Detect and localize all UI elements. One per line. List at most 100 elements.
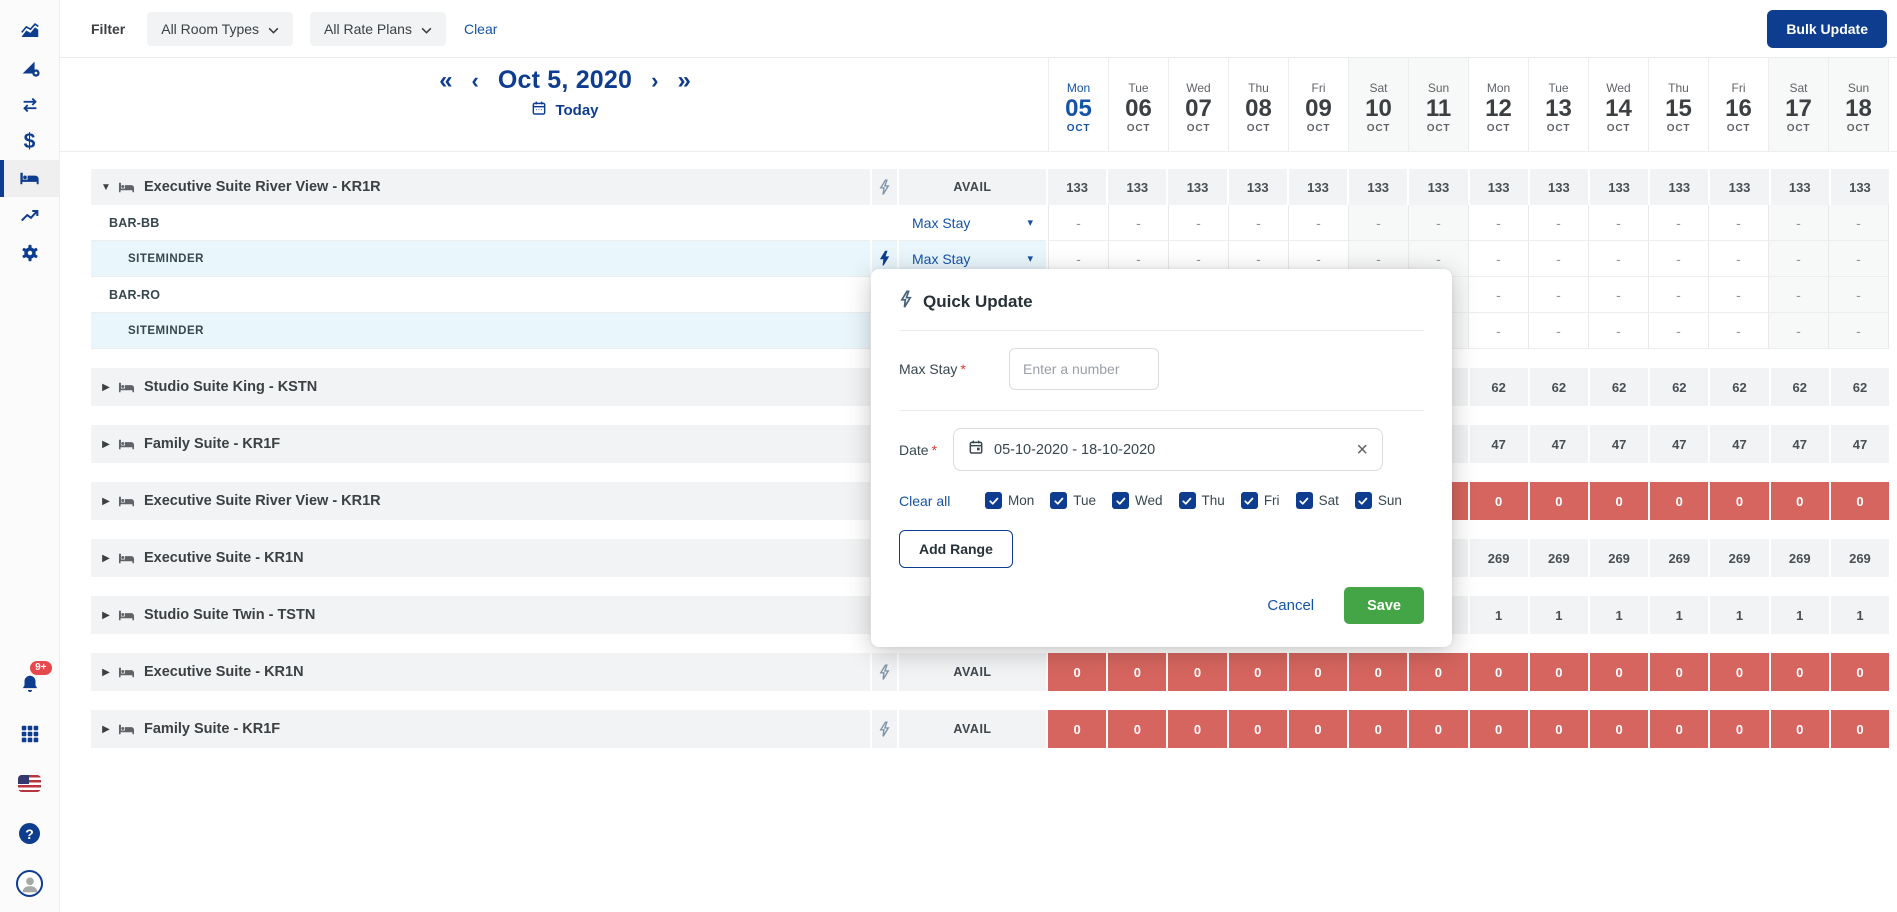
expand-caret-icon[interactable]: ▶ <box>97 724 115 735</box>
avail-value-cell[interactable]: 0 <box>1650 710 1710 748</box>
avail-value-cell[interactable]: 0 <box>1650 653 1710 691</box>
value-cell[interactable]: - <box>1769 205 1829 241</box>
date-column-fri-16[interactable]: Fri16OCT <box>1708 58 1768 151</box>
value-cell[interactable]: - <box>1409 205 1469 241</box>
save-button[interactable]: Save <box>1344 587 1424 624</box>
avail-value-cell[interactable]: 62 <box>1470 368 1530 406</box>
avail-value-cell[interactable]: 62 <box>1710 368 1770 406</box>
date-column-wed-07[interactable]: Wed07OCT <box>1168 58 1228 151</box>
avail-value-cell[interactable]: 62 <box>1530 368 1590 406</box>
avail-value-cell[interactable]: 0 <box>1168 710 1228 748</box>
weekday-option-sun[interactable]: Sun <box>1355 492 1402 509</box>
value-cell[interactable]: - <box>1469 313 1529 349</box>
avail-value-cell[interactable]: 1 <box>1530 596 1590 634</box>
sidebar-item-rooms-availability[interactable] <box>0 160 60 197</box>
checkbox-checked-icon[interactable] <box>1296 492 1313 509</box>
weekday-option-fri[interactable]: Fri <box>1241 492 1280 509</box>
value-cell[interactable]: - <box>1529 313 1589 349</box>
expand-caret-icon[interactable]: ▶ <box>97 496 115 507</box>
avail-value-cell[interactable]: 0 <box>1590 653 1650 691</box>
value-cell[interactable]: - <box>1469 277 1529 313</box>
value-cell[interactable]: - <box>1589 205 1649 241</box>
avail-value-cell[interactable]: 47 <box>1590 425 1650 463</box>
last-page-icon[interactable]: » <box>677 69 690 93</box>
value-cell[interactable]: - <box>1649 277 1709 313</box>
avail-value-cell[interactable]: 269 <box>1530 539 1590 577</box>
checkbox-checked-icon[interactable] <box>985 492 1002 509</box>
avail-value-cell[interactable]: 133 <box>1289 169 1349 205</box>
room-group-row[interactable]: ▶Executive Suite - KR1NAVAIL000000000000… <box>91 653 1889 691</box>
avail-value-cell[interactable]: 1 <box>1470 596 1530 634</box>
avail-value-cell[interactable]: 133 <box>1229 169 1289 205</box>
value-cell[interactable]: - <box>1829 205 1889 241</box>
avail-value-cell[interactable]: 47 <box>1650 425 1710 463</box>
value-cell[interactable]: - <box>1589 277 1649 313</box>
room-group-row[interactable]: ▼Executive Suite River View - KR1RAVAIL1… <box>91 169 1889 205</box>
date-column-sun-18[interactable]: Sun18OCT <box>1828 58 1889 151</box>
avail-value-cell[interactable]: 133 <box>1108 169 1168 205</box>
date-column-mon-12[interactable]: Mon12OCT <box>1468 58 1528 151</box>
avail-value-cell[interactable]: 133 <box>1831 169 1889 205</box>
avail-value-cell[interactable]: 133 <box>1168 169 1228 205</box>
value-cell[interactable]: - <box>1769 277 1829 313</box>
quick-update-bolt-icon[interactable] <box>878 664 891 681</box>
value-cell[interactable]: - <box>1469 241 1529 277</box>
value-cell[interactable]: - <box>1709 205 1769 241</box>
avail-value-cell[interactable]: 0 <box>1530 482 1590 520</box>
avail-value-cell[interactable]: 0 <box>1108 653 1168 691</box>
date-column-thu-08[interactable]: Thu08OCT <box>1228 58 1288 151</box>
bulk-update-button[interactable]: Bulk Update <box>1767 10 1887 48</box>
quick-update-bolt-icon[interactable] <box>878 250 891 267</box>
max-stay-dropdown[interactable]: Max Stay▾ <box>899 205 1046 241</box>
value-cell[interactable]: - <box>1289 205 1349 241</box>
avail-value-cell[interactable]: 0 <box>1650 482 1710 520</box>
expand-caret-icon[interactable]: ▶ <box>97 553 115 564</box>
value-cell[interactable]: - <box>1649 241 1709 277</box>
date-column-tue-13[interactable]: Tue13OCT <box>1528 58 1588 151</box>
value-cell[interactable]: - <box>1769 313 1829 349</box>
room-types-filter-dropdown[interactable]: All Room Types <box>147 12 293 46</box>
sidebar-item-analytics[interactable] <box>0 197 60 234</box>
avail-value-cell[interactable]: 0 <box>1530 710 1590 748</box>
avail-value-cell[interactable]: 0 <box>1048 653 1108 691</box>
clear-date-icon[interactable]: × <box>1356 440 1368 460</box>
value-cell[interactable]: - <box>1769 241 1829 277</box>
weekday-option-mon[interactable]: Mon <box>985 492 1034 509</box>
avail-value-cell[interactable]: 269 <box>1710 539 1770 577</box>
avail-value-cell[interactable]: 47 <box>1771 425 1831 463</box>
add-range-button[interactable]: Add Range <box>899 530 1013 568</box>
avail-value-cell[interactable]: 269 <box>1771 539 1831 577</box>
avail-value-cell[interactable]: 0 <box>1349 653 1409 691</box>
avail-value-cell[interactable]: 0 <box>1831 482 1889 520</box>
checkbox-checked-icon[interactable] <box>1241 492 1258 509</box>
sidebar-item-settings[interactable] <box>0 234 60 271</box>
avail-value-cell[interactable]: 0 <box>1108 710 1168 748</box>
value-cell[interactable]: - <box>1709 241 1769 277</box>
avail-value-cell[interactable]: 133 <box>1470 169 1530 205</box>
avail-value-cell[interactable]: 133 <box>1710 169 1770 205</box>
first-page-icon[interactable]: « <box>439 69 452 93</box>
avail-value-cell[interactable]: 0 <box>1168 653 1228 691</box>
value-cell[interactable]: - <box>1709 277 1769 313</box>
avail-value-cell[interactable]: 0 <box>1349 710 1409 748</box>
avail-value-cell[interactable]: 62 <box>1650 368 1710 406</box>
date-column-mon-05[interactable]: Mon05OCT <box>1048 58 1108 151</box>
avail-value-cell[interactable]: 1 <box>1771 596 1831 634</box>
value-cell[interactable]: - <box>1229 205 1289 241</box>
avail-value-cell[interactable]: 0 <box>1470 710 1530 748</box>
value-cell[interactable]: - <box>1589 241 1649 277</box>
value-cell[interactable]: - <box>1469 205 1529 241</box>
collapse-caret-icon[interactable]: ▼ <box>97 182 115 193</box>
value-cell[interactable]: - <box>1829 277 1889 313</box>
avail-value-cell[interactable]: 1 <box>1831 596 1889 634</box>
value-cell[interactable]: - <box>1169 205 1229 241</box>
avail-value-cell[interactable]: 0 <box>1710 653 1770 691</box>
avail-value-cell[interactable]: 0 <box>1590 482 1650 520</box>
avail-value-cell[interactable]: 0 <box>1590 710 1650 748</box>
next-day-icon[interactable]: › <box>651 70 658 92</box>
expand-caret-icon[interactable]: ▶ <box>97 382 115 393</box>
sidebar-item-rates-pace[interactable] <box>0 49 60 86</box>
avail-value-cell[interactable]: 133 <box>1409 169 1469 205</box>
value-cell[interactable]: - <box>1529 277 1589 313</box>
avail-value-cell[interactable]: 269 <box>1590 539 1650 577</box>
